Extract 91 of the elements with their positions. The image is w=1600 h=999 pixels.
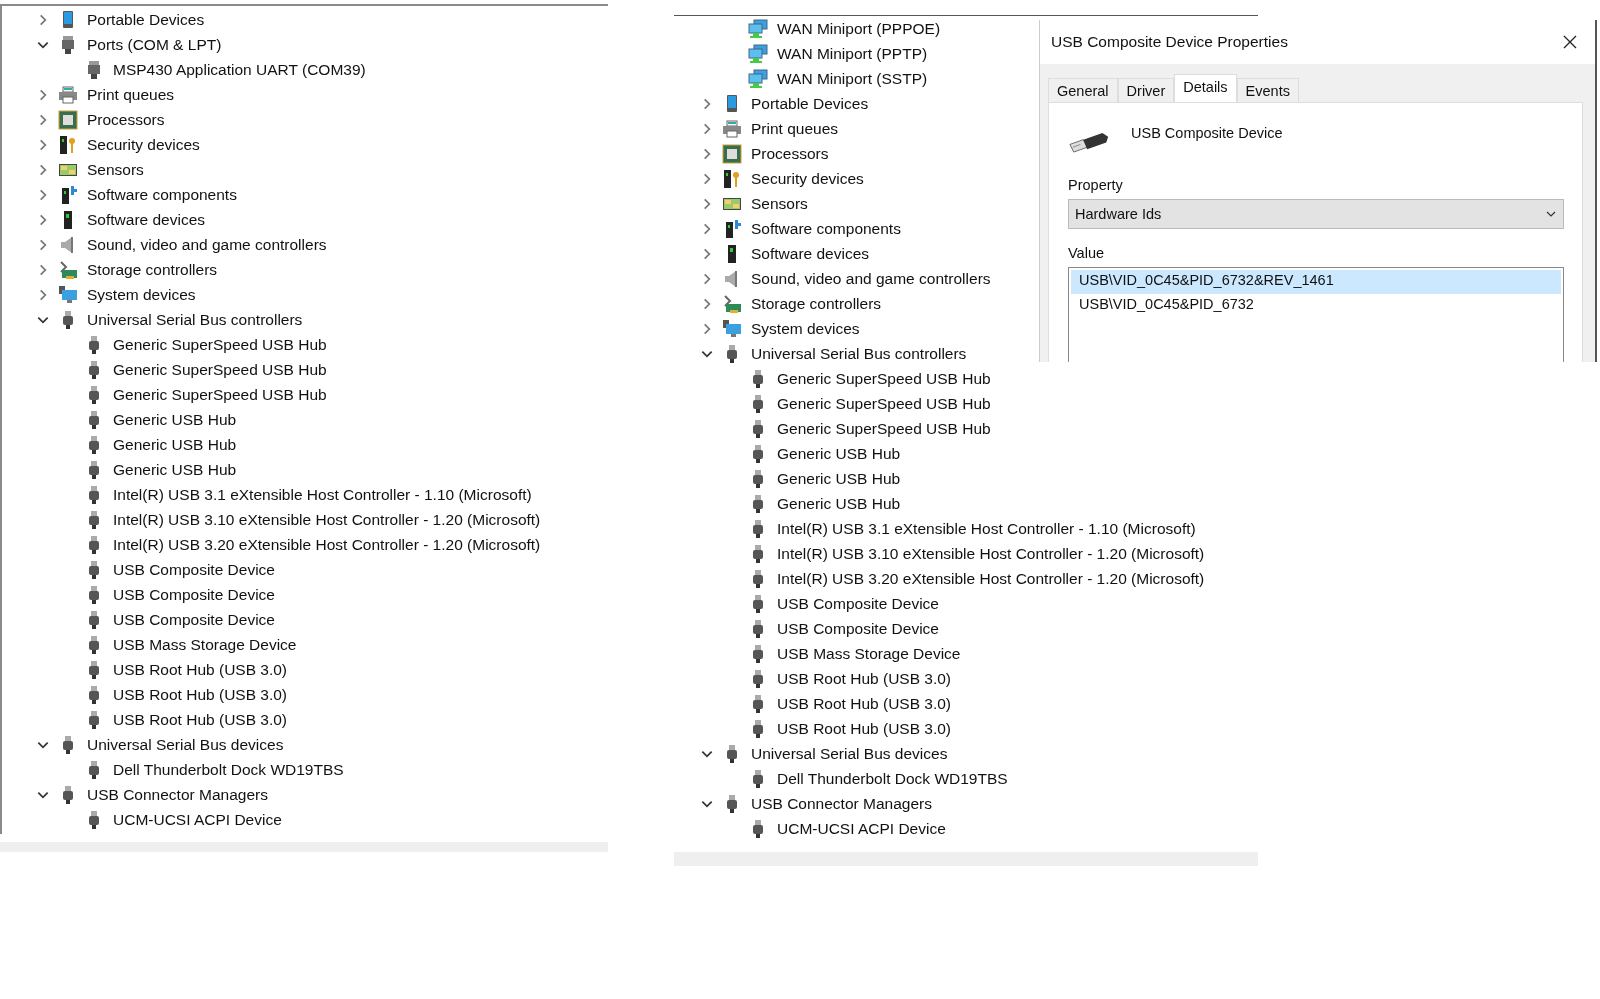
device-name: USB Composite Device	[1131, 125, 1283, 141]
tree-item[interactable]: USB Composite Device	[113, 610, 275, 629]
tree-item[interactable]: Portable Devices	[751, 94, 869, 113]
field-label: Property	[1068, 177, 1124, 193]
tree-item[interactable]: System devices	[751, 319, 860, 338]
tree-item[interactable]: USB Mass Storage Device	[113, 635, 297, 654]
tree-item[interactable]: Generic USB Hub	[113, 435, 237, 454]
printer-icon	[722, 118, 742, 139]
tree-item[interactable]: Ports (COM & LPT)	[87, 35, 222, 54]
tree-item[interactable]: Generic SuperSpeed USB Hub	[777, 419, 991, 438]
tree-item[interactable]: WAN Miniport (PPPOE)	[777, 19, 941, 38]
tree-item[interactable]: Intel(R) USB 3.10 eXtensible Host Controller - 1.20 (Microsoft)	[777, 544, 1205, 563]
chip-icon	[58, 109, 78, 130]
tree-item[interactable]: Generic USB Hub	[777, 469, 901, 488]
tree-item[interactable]: Generic SuperSpeed USB Hub	[777, 369, 991, 388]
tree-item[interactable]: Sensors	[751, 194, 808, 213]
tree-item[interactable]: Print queues	[87, 85, 175, 104]
tree-item[interactable]: Generic SuperSpeed USB Hub	[777, 394, 991, 413]
tree-item[interactable]: Sensors	[87, 160, 144, 179]
close-icon[interactable]	[1563, 35, 1577, 49]
tree-item[interactable]: Universal Serial Bus devices	[751, 744, 948, 763]
tab[interactable]: General	[1048, 78, 1118, 102]
tree-item[interactable]: Sound, video and game controllers	[87, 235, 327, 254]
tree-item[interactable]: Generic SuperSpeed USB Hub	[113, 385, 327, 404]
tree-item[interactable]: Software devices	[751, 244, 870, 263]
tree-item[interactable]: Universal Serial Bus controllers	[87, 310, 303, 329]
tree-item[interactable]: Intel(R) USB 3.10 eXtensible Host Controller - 1.20 (Microsoft)	[113, 510, 541, 529]
tree-item[interactable]: Sound, video and game controllers	[751, 269, 991, 288]
tree-item[interactable]: Storage controllers	[87, 260, 218, 279]
tree-item[interactable]: Portable Devices	[87, 10, 205, 29]
network-monitors-icon	[748, 68, 768, 89]
tree-item[interactable]: Dell Thunderbolt Dock WD19TBS	[113, 760, 344, 779]
tree-item[interactable]: Generic SuperSpeed USB Hub	[113, 360, 327, 379]
field-label: Value	[1068, 245, 1105, 261]
tree-item[interactable]: USB Composite Device	[113, 560, 275, 579]
tree-item[interactable]: Generic USB Hub	[777, 494, 901, 513]
tree-item[interactable]: UCM-UCSI ACPI Device	[777, 819, 946, 838]
tree-item[interactable]: USB Root Hub (USB 3.0)	[113, 660, 287, 679]
list-item[interactable]: USB\VID_0C45&PID_6732&REV_1461	[1071, 270, 1561, 294]
tree-item[interactable]: USB Root Hub (USB 3.0)	[113, 710, 287, 729]
tree-item[interactable]: WAN Miniport (SSTP)	[777, 69, 928, 88]
tree-item[interactable]: USB Root Hub (USB 3.0)	[777, 719, 951, 738]
tree-item[interactable]: Processors	[751, 144, 829, 163]
tree-item[interactable]: USB Mass Storage Device	[777, 644, 961, 663]
network-monitors-icon	[748, 18, 768, 39]
tree-item[interactable]: Security devices	[751, 169, 864, 188]
monitor-icon	[722, 318, 742, 339]
tab[interactable]: Events	[1236, 78, 1299, 102]
tree-item[interactable]: Intel(R) USB 3.1 eXtensible Host Controller - 1.10 (Microsoft)	[777, 519, 1196, 538]
tree-item[interactable]: USB Root Hub (USB 3.0)	[113, 685, 287, 704]
monitor-icon	[58, 284, 78, 305]
tree-item[interactable]: Processors	[87, 110, 165, 129]
tree-item[interactable]: UCM-UCSI ACPI Device	[113, 810, 282, 829]
dialog-title: USB Composite Device Properties	[1051, 33, 1288, 51]
storage-controller-icon	[722, 293, 742, 314]
chip-icon	[722, 143, 742, 164]
tree-item[interactable]: System devices	[87, 285, 196, 304]
tree-item[interactable]: Generic SuperSpeed USB Hub	[113, 335, 327, 354]
network-monitors-icon	[748, 43, 768, 64]
tree-item[interactable]: WAN Miniport (PPTP)	[777, 44, 928, 63]
tower-key-icon	[722, 168, 742, 189]
tree-item[interactable]: Security devices	[87, 135, 200, 154]
tree-item[interactable]: Intel(R) USB 3.20 eXtensible Host Controller - 1.20 (Microsoft)	[777, 569, 1205, 588]
printer-icon	[58, 84, 78, 105]
tree-item[interactable]: Intel(R) USB 3.20 eXtensible Host Controller - 1.20 (Microsoft)	[113, 535, 541, 554]
property-dropdown[interactable]: Hardware Ids	[1068, 199, 1564, 229]
tree-item[interactable]: MSP430 Application UART (COM39)	[113, 60, 366, 79]
tree-item[interactable]: Universal Serial Bus controllers	[751, 344, 967, 363]
tree-item[interactable]: USB Composite Device	[777, 619, 939, 638]
tree-item[interactable]: USB Composite Device	[777, 594, 939, 613]
tree-item[interactable]: Intel(R) USB 3.1 eXtensible Host Controller - 1.10 (Microsoft)	[113, 485, 532, 504]
tree-item[interactable]: Storage controllers	[751, 294, 882, 313]
tree-item[interactable]: Generic USB Hub	[113, 460, 237, 479]
tree-item[interactable]: Software components	[87, 185, 237, 204]
tree-item[interactable]: USB Connector Managers	[751, 794, 932, 813]
tree-item[interactable]: Print queues	[751, 119, 839, 138]
tab[interactable]: Driver	[1117, 78, 1175, 102]
tree-item[interactable]: Software devices	[87, 210, 206, 229]
tree-item[interactable]: USB Root Hub (USB 3.0)	[777, 694, 951, 713]
tree-item[interactable]: USB Root Hub (USB 3.0)	[777, 669, 951, 688]
tree-item[interactable]: USB Composite Device	[113, 585, 275, 604]
tree-item[interactable]: Dell Thunderbolt Dock WD19TBS	[777, 769, 1008, 788]
tree-item[interactable]: USB Connector Managers	[87, 785, 268, 804]
storage-controller-icon	[58, 259, 78, 280]
tree-item[interactable]: Generic USB Hub	[777, 444, 901, 463]
tab[interactable]: Details	[1174, 74, 1237, 102]
tower-key-icon	[58, 134, 78, 155]
tree-item[interactable]: Generic USB Hub	[113, 410, 237, 429]
tree-item[interactable]: Universal Serial Bus devices	[87, 735, 284, 754]
list-item[interactable]: USB\VID_0C45&PID_6732	[1071, 294, 1561, 318]
tree-item[interactable]: Software components	[751, 219, 901, 238]
